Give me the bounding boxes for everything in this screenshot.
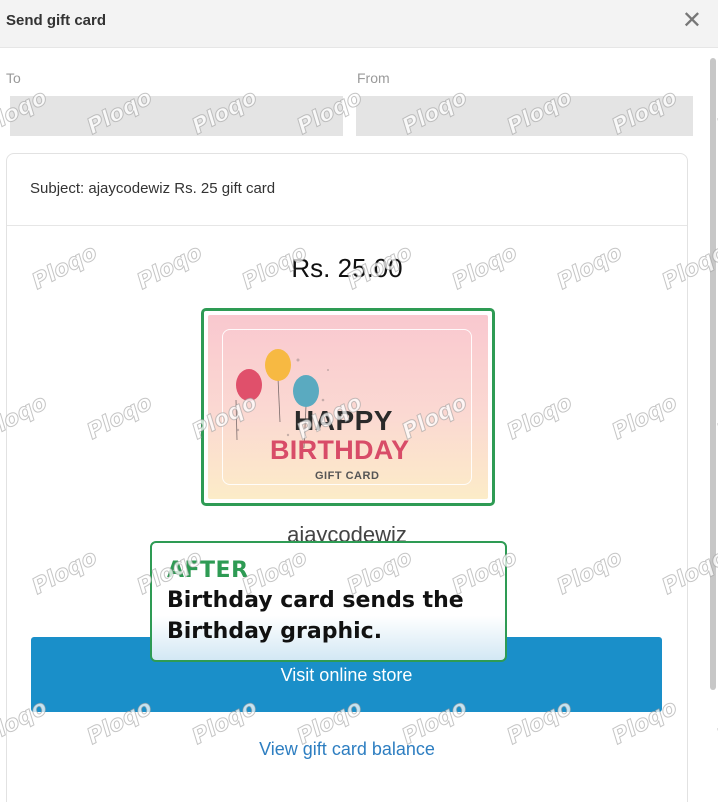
from-label: From (357, 70, 390, 86)
dialog-title: Send gift card (6, 12, 107, 29)
gift-card-image: HAPPY BIRTHDAY GIFT CARD (208, 315, 488, 499)
dialog-header: Send gift card ✕ (0, 0, 718, 48)
divider (7, 225, 687, 226)
gift-card-birthday-text: BIRTHDAY (270, 435, 410, 465)
annotation-note: Birthday card sends the Birthday graphic… (167, 588, 464, 644)
view-gift-card-balance-link[interactable]: View gift card balance (0, 739, 694, 760)
gift-card-image-highlight: HAPPY BIRTHDAY GIFT CARD (201, 308, 495, 506)
annotation-callout: AFTER Birthday card sends the Birthday g… (150, 541, 507, 662)
from-field[interactable] (356, 96, 693, 136)
gift-card-happy-text: HAPPY (294, 405, 393, 436)
watermark-text: Ploqo (713, 695, 718, 751)
gift-card-amount: Rs. 25.00 (291, 253, 403, 283)
to-label: To (6, 70, 21, 86)
annotation-tag: AFTER (167, 558, 249, 583)
scrollbar[interactable] (710, 58, 716, 690)
email-subject: Subject: ajaycodewiz Rs. 25 gift card (30, 180, 276, 197)
close-icon[interactable]: ✕ (682, 9, 702, 33)
gift-card-label: GIFT CARD (315, 470, 380, 482)
to-field[interactable] (10, 96, 343, 136)
